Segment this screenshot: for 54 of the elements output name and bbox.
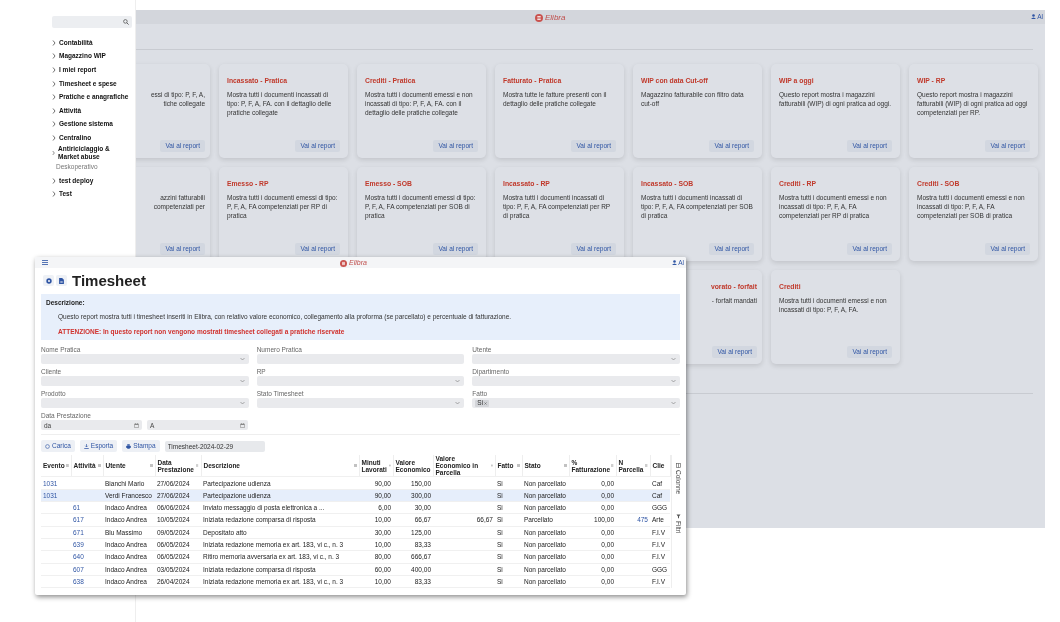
download-icon [83,443,89,449]
caret-icon [671,401,676,406]
chevron-icon[interactable] [52,191,56,198]
chevron-icon[interactable] [52,177,56,184]
column-menu-icon [196,464,199,468]
dropdown-field[interactable] [472,376,680,387]
caret-icon [239,379,245,384]
column-menu-icon [563,464,567,468]
caret-icon [239,357,245,362]
column-menu-icon [65,464,69,468]
dropdown-field[interactable] [41,398,249,409]
caret-icon [455,379,461,384]
circle-icon [45,443,50,449]
column-menu-icon [149,464,153,468]
menu-icon[interactable] [42,260,48,265]
column-menu-icon [516,464,520,468]
dropdown-field[interactable] [41,376,249,387]
filter-icon [676,514,681,520]
column-menu-icon [97,464,101,468]
caret-icon [671,357,676,362]
chevron-icon[interactable] [52,39,56,46]
caret-icon [455,401,461,406]
dropdown-field[interactable] [256,376,465,387]
dropdown-field[interactable] [41,354,249,365]
chevron-icon[interactable] [52,94,56,101]
printer-icon [126,443,132,449]
logo-icon [535,14,543,22]
logo-text: Elibra [545,12,566,24]
chevron-icon[interactable] [52,121,56,128]
chevron-icon[interactable] [52,107,56,114]
dropdown-field[interactable] [256,398,465,409]
circle-dot-icon [45,277,52,284]
calendar-icon [134,422,139,428]
document-icon [59,277,64,284]
calendar-icon [240,422,245,428]
page-title: Timesheet [72,273,146,288]
columns-icon [676,463,681,469]
search-field[interactable] [52,16,132,28]
settings-button[interactable] [43,275,54,286]
dropdown-field[interactable] [472,354,680,365]
column-menu-icon [611,464,614,468]
caret-icon [671,379,676,384]
search-icon [123,19,129,25]
caret-icon [239,401,245,406]
chevron-icon[interactable] [52,53,56,60]
column-menu-icon [645,464,648,468]
column-menu-icon [353,464,357,468]
document-button[interactable] [56,275,67,286]
close-icon[interactable] [484,401,488,405]
user-icon [672,260,678,266]
chevron-icon[interactable] [52,80,56,87]
user-icon [1031,14,1037,20]
chevron-icon[interactable] [52,67,56,73]
chevron-icon[interactable] [52,134,56,141]
